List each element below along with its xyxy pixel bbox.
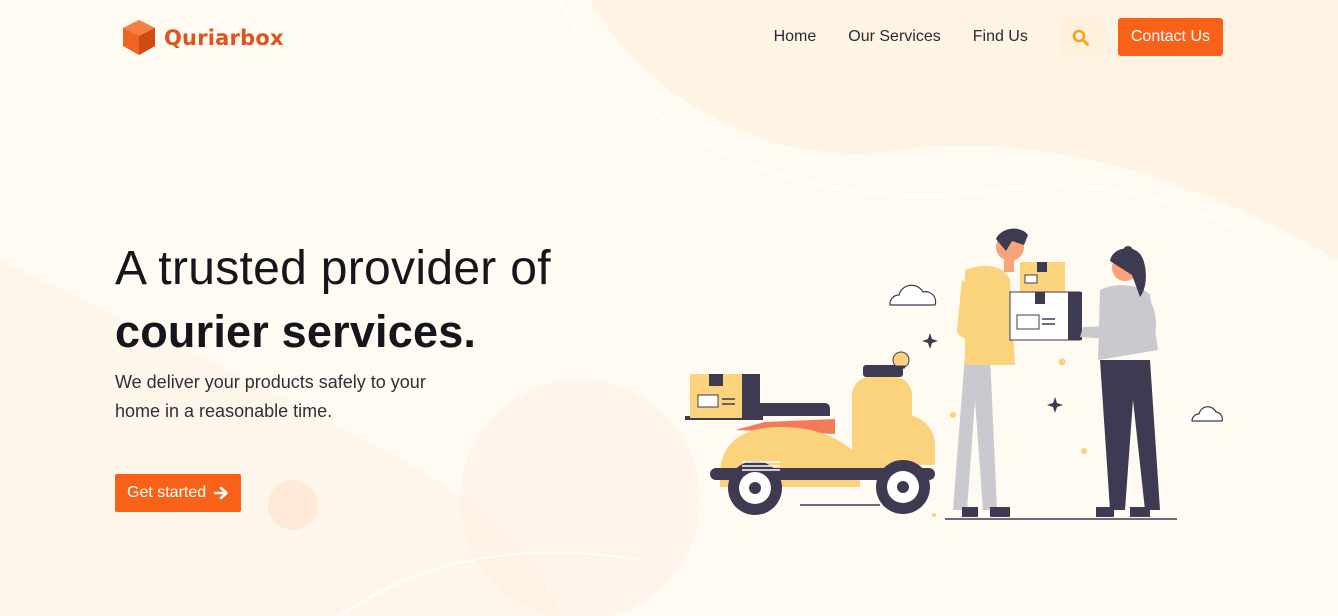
nav-find-us[interactable]: Find Us	[973, 18, 1028, 56]
contact-us-button[interactable]: Contact Us	[1117, 18, 1223, 56]
main-nav: Home Our Services Find Us Contact Us	[774, 18, 1223, 56]
courier-delivery-illustration	[685, 228, 1223, 520]
cloud-icon	[1191, 406, 1223, 422]
logo[interactable]: Quriarbox	[120, 19, 284, 57]
nav-our-services[interactable]: Our Services	[848, 18, 940, 56]
hero-description: We deliver your products safely to your …	[115, 372, 426, 421]
customer-woman-figure	[1080, 246, 1160, 517]
search-icon	[1073, 29, 1090, 46]
brand-name: Quriarbox	[164, 26, 284, 50]
scooter-illustration	[685, 351, 935, 515]
site-header: Quriarbox Home Our Services Find Us Cont…	[0, 0, 1338, 76]
nav-home[interactable]: Home	[774, 18, 817, 56]
hero-title-line1: A trusted provider of	[115, 242, 551, 295]
search-button[interactable]	[1059, 18, 1102, 56]
get-started-label: Get started	[127, 484, 207, 501]
hero-section: A trusted provider of courier services. …	[115, 238, 551, 426]
box-logo-icon	[123, 20, 155, 55]
get-started-button[interactable]: Get started	[115, 474, 242, 512]
arrow-right-icon	[214, 486, 229, 500]
cloud-icon	[889, 284, 937, 306]
hero-title: A trusted provider of courier services.	[115, 238, 551, 364]
courier-man-figure	[953, 228, 1028, 517]
hero-title-line2: courier services.	[115, 306, 477, 357]
package-boxes	[1009, 262, 1082, 341]
